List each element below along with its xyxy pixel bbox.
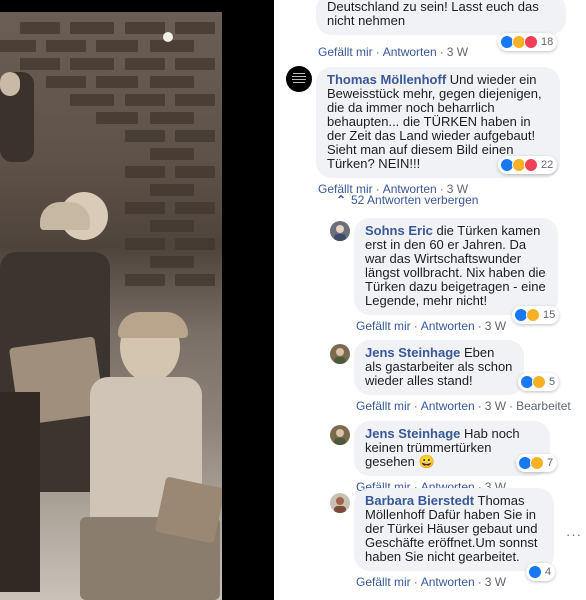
comment-actions: Gefällt mir · Antworten · 3 W · Bearbeitet [356, 399, 571, 413]
love-reaction-icon [524, 158, 538, 172]
hide-replies-label: 52 Antworten verbergen [351, 193, 479, 207]
timestamp[interactable]: 3 W [485, 399, 506, 413]
reply: Sohns Eric die Türken kamen erst in den … [354, 218, 562, 333]
timestamp[interactable]: 3 W [447, 45, 468, 59]
avatar[interactable] [330, 425, 350, 445]
reply: Barbara Bierstedt Thomas Möllenhoff Dafü… [354, 488, 560, 589]
comment-author[interactable]: Jens Steinhage [365, 345, 460, 360]
post-photo[interactable] [0, 12, 222, 600]
reply-button[interactable]: Antworten [421, 399, 475, 413]
avatar[interactable] [330, 221, 350, 241]
comment: Thomas Möllenhoff Und wieder ein Beweiss… [316, 67, 566, 196]
comments-panel: Deutschland zu sein! Lasst euch das nich… [274, 0, 586, 600]
comment: Deutschland zu sein! Lasst euch das nich… [316, 0, 566, 59]
avatar-image [334, 225, 346, 241]
love-reaction-icon [524, 35, 538, 49]
reaction-summary[interactable]: 4 [526, 563, 556, 581]
reaction-count: 7 [547, 457, 554, 469]
comment-author[interactable]: Jens Steinhage [365, 426, 460, 441]
avatar-image [334, 497, 346, 513]
reaction-summary[interactable]: 18 [498, 33, 558, 51]
reply: Jens Steinhage Eben als gastarbeiter als… [354, 340, 584, 413]
comment-author[interactable]: Sohns Eric [365, 223, 433, 238]
reply-button[interactable]: Antworten [383, 45, 437, 59]
comment-bubble: Barbara Bierstedt Thomas Möllenhoff Dafü… [354, 488, 554, 571]
reaction-summary[interactable]: 22 [498, 156, 558, 174]
more-options-button[interactable]: ··· [566, 527, 582, 542]
comment-bubble: Deutschland zu sein! Lasst euch das nich… [316, 0, 566, 35]
reaction-summary[interactable]: 15 [512, 306, 560, 324]
reaction-count: 15 [543, 309, 556, 321]
like-button[interactable]: Gefällt mir [356, 575, 411, 589]
avatar[interactable] [330, 344, 350, 364]
reaction-count: 4 [545, 566, 552, 578]
reaction-summary[interactable]: 7 [516, 454, 558, 472]
avatar-image [292, 73, 306, 83]
reaction-summary[interactable]: 5 [518, 373, 560, 391]
comment-bubble: Jens Steinhage Eben als gastarbeiter als… [354, 340, 524, 395]
haha-reaction-icon [530, 456, 544, 470]
avatar-image [334, 348, 346, 364]
haha-reaction-icon [526, 308, 540, 322]
comment-text: Deutschland zu sein! Lasst euch das nich… [327, 0, 539, 28]
like-button[interactable]: Gefällt mir [318, 45, 373, 59]
reaction-count: 18 [541, 36, 554, 48]
chevron-up-icon: ⌃ [336, 193, 347, 207]
reply-button[interactable]: Antworten [421, 575, 475, 589]
edited-label[interactable]: Bearbeitet [516, 399, 571, 413]
timestamp[interactable]: 3 W [485, 319, 506, 333]
reply-button[interactable]: Antworten [421, 319, 475, 333]
avatar-image [334, 429, 346, 445]
like-reaction-icon [528, 565, 542, 579]
avatar[interactable] [286, 66, 312, 92]
photo-viewer [0, 0, 274, 600]
comment-author[interactable]: Barbara Bierstedt [365, 493, 474, 508]
haha-reaction-icon [532, 375, 546, 389]
comment-author[interactable]: Thomas Möllenhoff [327, 72, 446, 87]
timestamp[interactable]: 3 W [485, 575, 506, 589]
like-button[interactable]: Gefällt mir [356, 399, 411, 413]
reaction-count: 22 [541, 159, 554, 171]
like-button[interactable]: Gefällt mir [356, 319, 411, 333]
reply: Jens Steinhage Hab noch keinen trümmertü… [354, 421, 584, 494]
comment-bubble: Sohns Eric die Türken kamen erst in den … [354, 218, 558, 315]
avatar[interactable] [330, 493, 350, 513]
reaction-count: 5 [549, 376, 556, 388]
hide-replies-toggle[interactable]: ⌃ 52 Antworten verbergen [336, 193, 478, 207]
